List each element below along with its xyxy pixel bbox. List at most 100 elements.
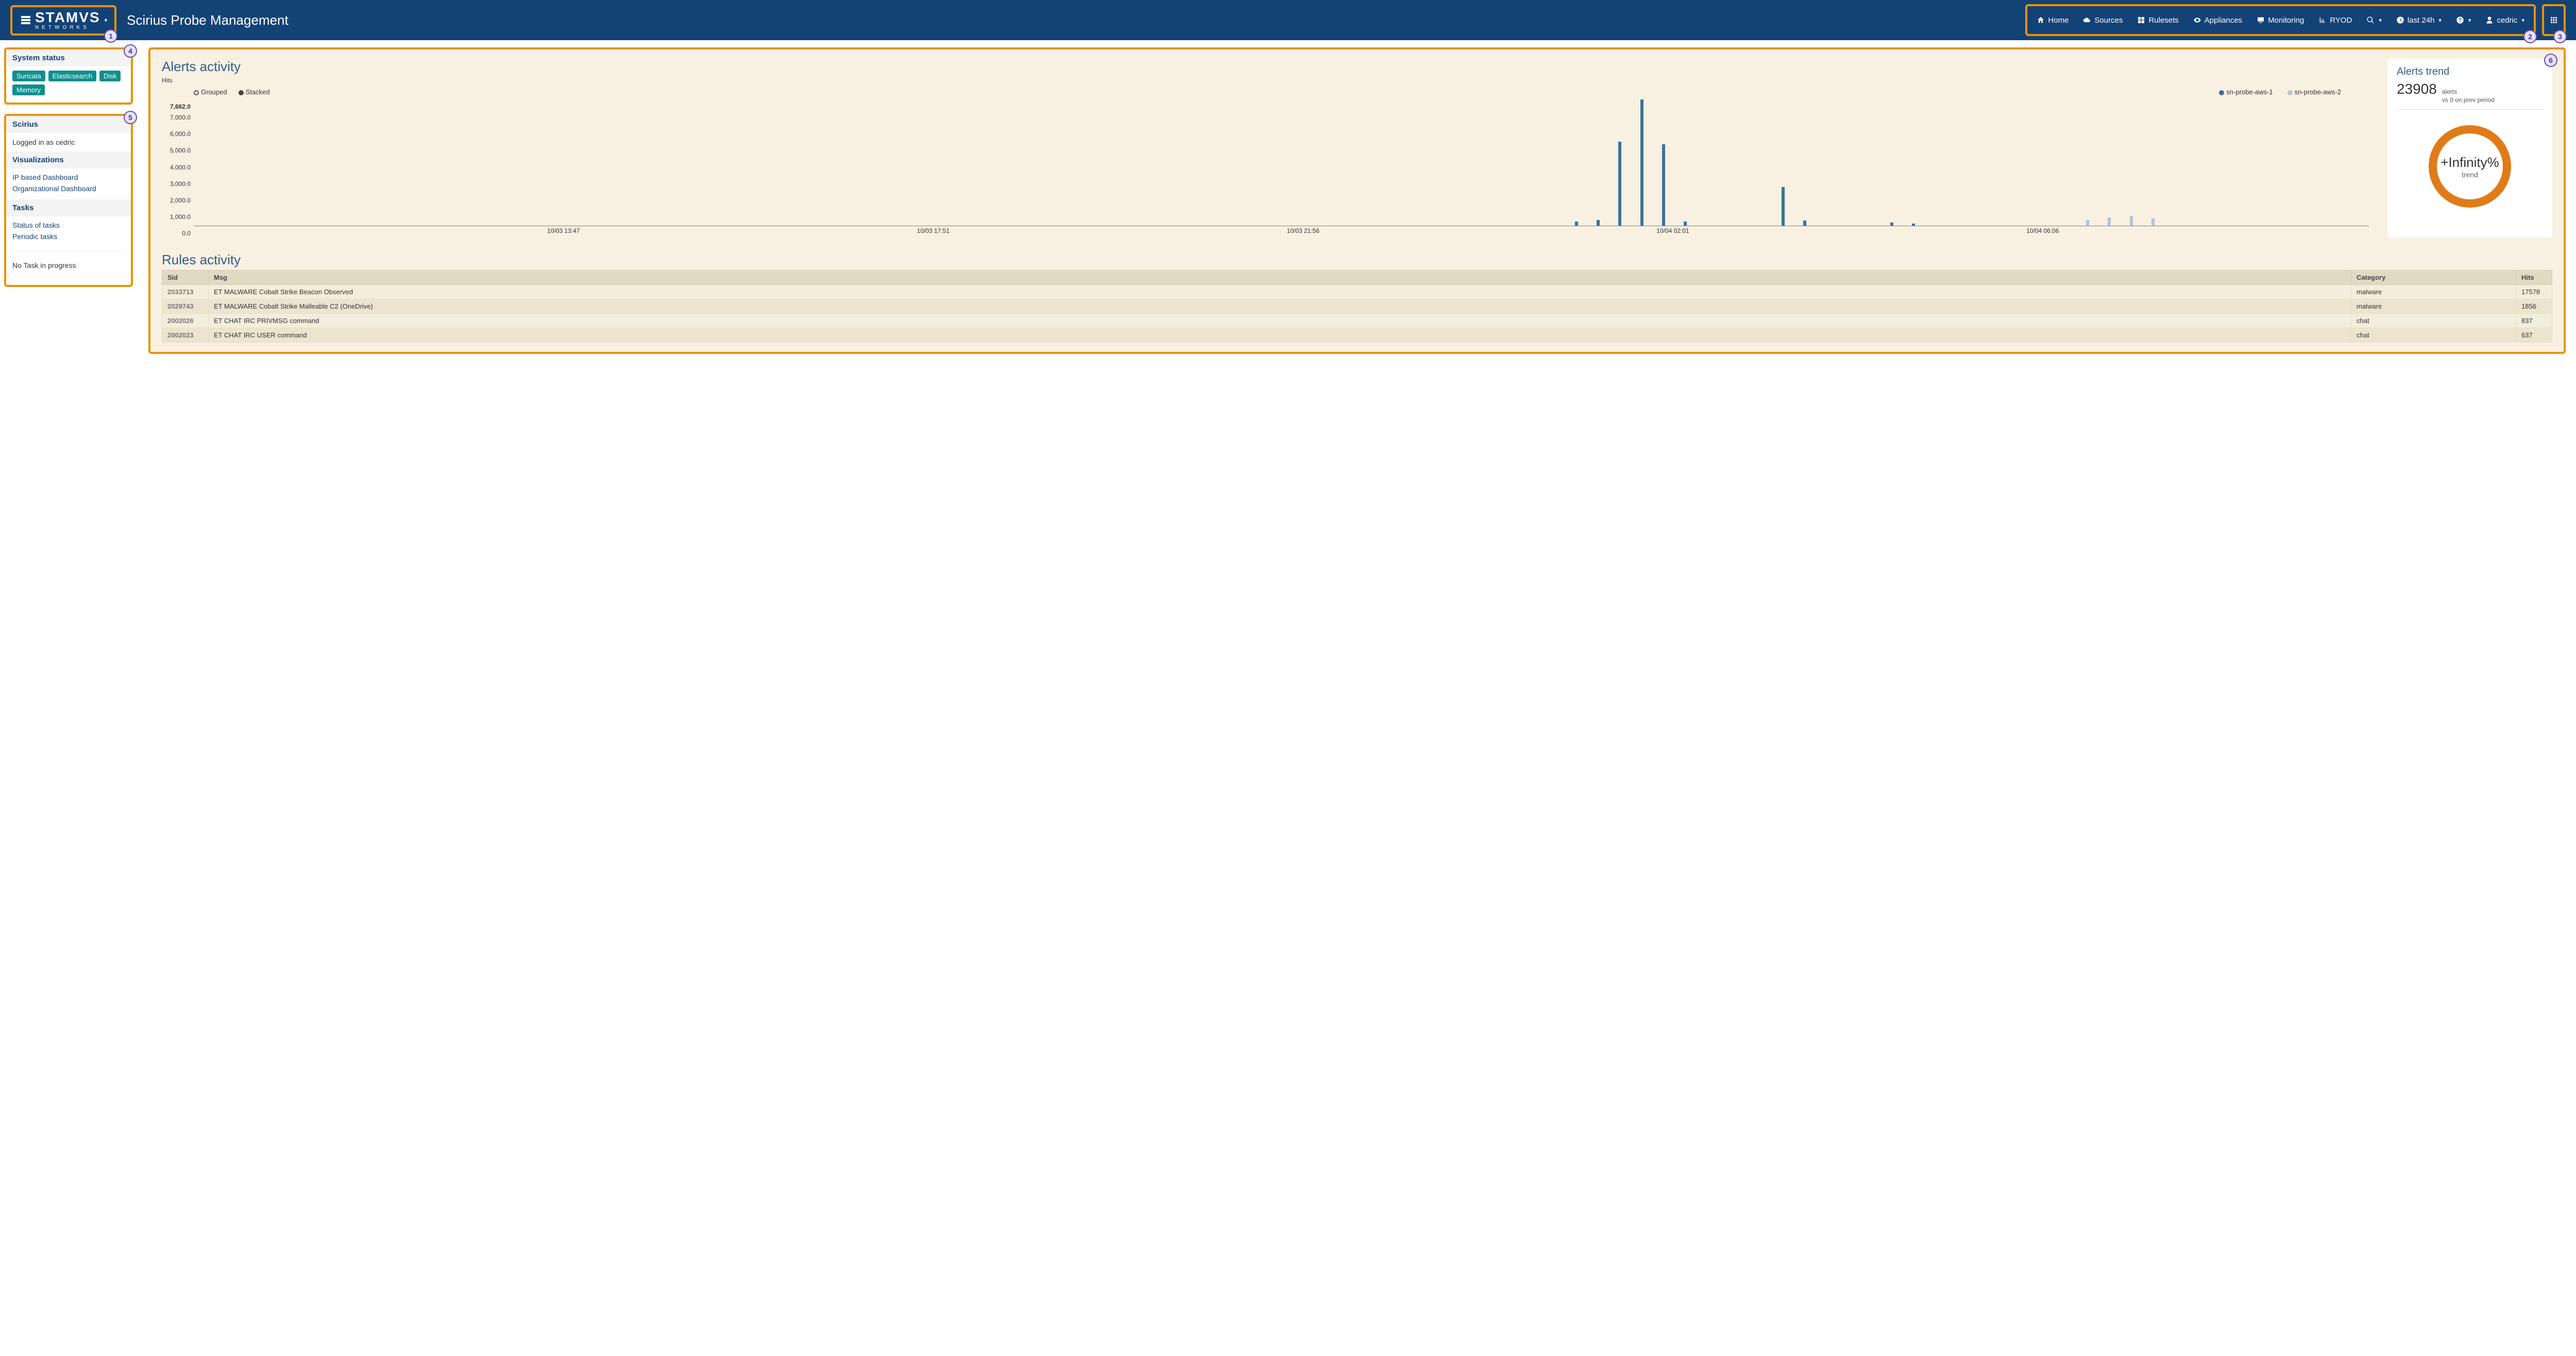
annotation-badge-1: 1: [104, 29, 117, 43]
home-icon: [2037, 16, 2045, 24]
alerts-trend-title: Alerts trend: [2397, 66, 2543, 78]
table-row[interactable]: 2033713ET MALWARE Cobalt Strike Beacon O…: [162, 285, 2552, 299]
series-2-dot-icon: [2287, 90, 2293, 95]
status-tag[interactable]: Elasticsearch: [48, 71, 96, 81]
cell-sid: 2002023: [162, 328, 209, 343]
table-row[interactable]: 2002023ET CHAT IRC USER commandchat637: [162, 328, 2552, 343]
table-row[interactable]: 2029743ET MALWARE Cobalt Strike Malleabl…: [162, 299, 2552, 314]
table-row[interactable]: 2002026ET CHAT IRC PRIVMSG commandchat83…: [162, 314, 2552, 328]
legend-series-1[interactable]: sn-probe-aws-1: [2219, 88, 2273, 96]
nav-sources[interactable]: Sources: [2083, 16, 2123, 25]
chevron-down-icon: ▾: [2438, 17, 2442, 24]
cell-hits: 17578: [2516, 285, 2552, 299]
y-tick: 6,000.0: [170, 130, 191, 138]
rules-col-msg[interactable]: Msg: [209, 270, 2351, 285]
x-tick: 10/03 17:51: [917, 227, 950, 234]
cell-category: malware: [2351, 285, 2516, 299]
radio-empty-icon: [194, 90, 199, 95]
chart-bar: [1890, 223, 1893, 226]
nav-help[interactable]: ▾: [2456, 16, 2471, 24]
nav-ryod[interactable]: RYOD: [2318, 16, 2352, 25]
scirius-panel: Scirius Logged in as cedric Visualizatio…: [4, 114, 133, 287]
status-tag[interactable]: Disk: [99, 71, 121, 81]
sidebar-link[interactable]: Organizational Dashboard: [12, 183, 125, 194]
logo-subtext: NETWORKS: [35, 25, 100, 30]
alerts-activity-section: Alerts activity Hits Grouped Stacked sn-…: [162, 59, 2372, 238]
x-tick: 10/04 02:01: [1656, 227, 1689, 234]
cell-category: malware: [2351, 299, 2516, 314]
hits-axis-label: Hits: [162, 77, 2372, 84]
chart-bar: [1575, 222, 1578, 226]
sidebar-link[interactable]: IP based Dashboard: [12, 172, 125, 183]
nav-home-label: Home: [2048, 16, 2069, 25]
nav-rulesets[interactable]: Rulesets: [2137, 16, 2178, 25]
annotation-badge-6: 6: [2544, 54, 2557, 67]
apps-icon: [2549, 15, 2558, 25]
y-tick: 5,000.0: [170, 147, 191, 154]
chevron-down-icon: ▾: [2468, 17, 2471, 24]
annotation-badge-3: 3: [2553, 30, 2567, 43]
nav-appliances[interactable]: Appliances: [2193, 16, 2242, 25]
logged-in-prefix: Logged in as: [12, 138, 56, 146]
y-tick: 7,662.0: [170, 103, 191, 110]
chevron-down-icon: ▾: [105, 17, 108, 24]
trend-ring-value: +Infinity%: [2441, 155, 2499, 171]
legend-grouped[interactable]: Grouped: [194, 88, 227, 96]
chart-x-axis: 10/03 13:47 10/03 17:51 10/03 21:56 10/04 0…: [194, 227, 2369, 238]
logged-in-user: cedric: [56, 138, 75, 146]
chart-bar: [1912, 224, 1915, 226]
cloud-icon: [2083, 16, 2091, 24]
cell-category: chat: [2351, 314, 2516, 328]
apps-menu[interactable]: 3: [2542, 4, 2566, 36]
sidebar-link[interactable]: Status of tasks: [12, 219, 125, 231]
y-tick: 7,000.0: [170, 114, 191, 121]
chart-bar: [1803, 221, 1806, 226]
chart-legend: Grouped Stacked sn-probe-aws-1 sn-probe-…: [194, 88, 2372, 96]
rules-col-hits[interactable]: Hits: [2516, 270, 2552, 285]
trend-ring-label: trend: [2462, 171, 2478, 179]
x-tick: 10/03 21:56: [1287, 227, 1319, 234]
nav-monitoring[interactable]: Monitoring: [2257, 16, 2304, 25]
rules-col-sid[interactable]: Sid: [162, 270, 209, 285]
chart-icon: [2318, 16, 2327, 24]
status-tag[interactable]: Suricata: [12, 71, 45, 81]
cell-hits: 637: [2516, 328, 2552, 343]
nav-sources-label: Sources: [2094, 16, 2123, 25]
alerts-trend-sub: alerts vs 0 on prev period: [2442, 88, 2495, 104]
annotation-badge-4: 4: [124, 44, 137, 58]
alerts-trend-sub-2: vs 0 on prev period: [2442, 96, 2495, 105]
sidebar: System status SuricataElasticsearchDiskM…: [4, 47, 133, 296]
chart-bar: [1618, 142, 1621, 226]
stamus-logo-icon: [20, 14, 32, 26]
nav-user[interactable]: cedric ▾: [2485, 16, 2524, 25]
nav-monitoring-label: Monitoring: [2268, 16, 2304, 25]
cell-category: chat: [2351, 328, 2516, 343]
nav-home[interactable]: Home: [2037, 16, 2069, 25]
sidebar-link[interactable]: Periodic tasks: [12, 231, 125, 242]
cell-msg: ET CHAT IRC USER command: [209, 328, 2351, 343]
trend-ring: +Infinity% trend: [2429, 125, 2511, 208]
legend-stacked-label: Stacked: [246, 88, 270, 96]
status-tag[interactable]: Memory: [12, 84, 45, 95]
legend-stacked[interactable]: Stacked: [239, 88, 270, 96]
chart-bar: [1782, 187, 1785, 226]
legend-series-2[interactable]: sn-probe-aws-2: [2287, 88, 2341, 96]
annotation-badge-5: 5: [124, 111, 137, 124]
alerts-activity-title: Alerts activity: [162, 59, 2372, 75]
logo-container[interactable]: STAMVS NETWORKS ▾ 1: [10, 5, 116, 36]
page-title: Scirius Probe Management: [127, 12, 289, 28]
alerts-trend-sub-1: alerts: [2442, 88, 2495, 96]
tasks-title: Tasks: [6, 199, 131, 216]
help-icon: [2456, 16, 2464, 24]
x-tick: 10/03 13:47: [547, 227, 580, 234]
scirius-title: Scirius: [6, 116, 131, 133]
rules-col-category[interactable]: Category: [2351, 270, 2516, 285]
nav-time-range[interactable]: last 24h ▾: [2396, 16, 2442, 25]
x-tick: 10/04 06:06: [2026, 227, 2059, 234]
chart-bar: [1640, 99, 1643, 226]
legend-series-2-label: sn-probe-aws-2: [2295, 88, 2341, 96]
main-nav: Home Sources Rulesets Appliances Monitor…: [2025, 4, 2536, 36]
status-tag-row: SuricataElasticsearchDisk Memory: [12, 71, 125, 95]
nav-search[interactable]: ▾: [2366, 16, 2382, 24]
cell-msg: ET CHAT IRC PRIVMSG command: [209, 314, 2351, 328]
